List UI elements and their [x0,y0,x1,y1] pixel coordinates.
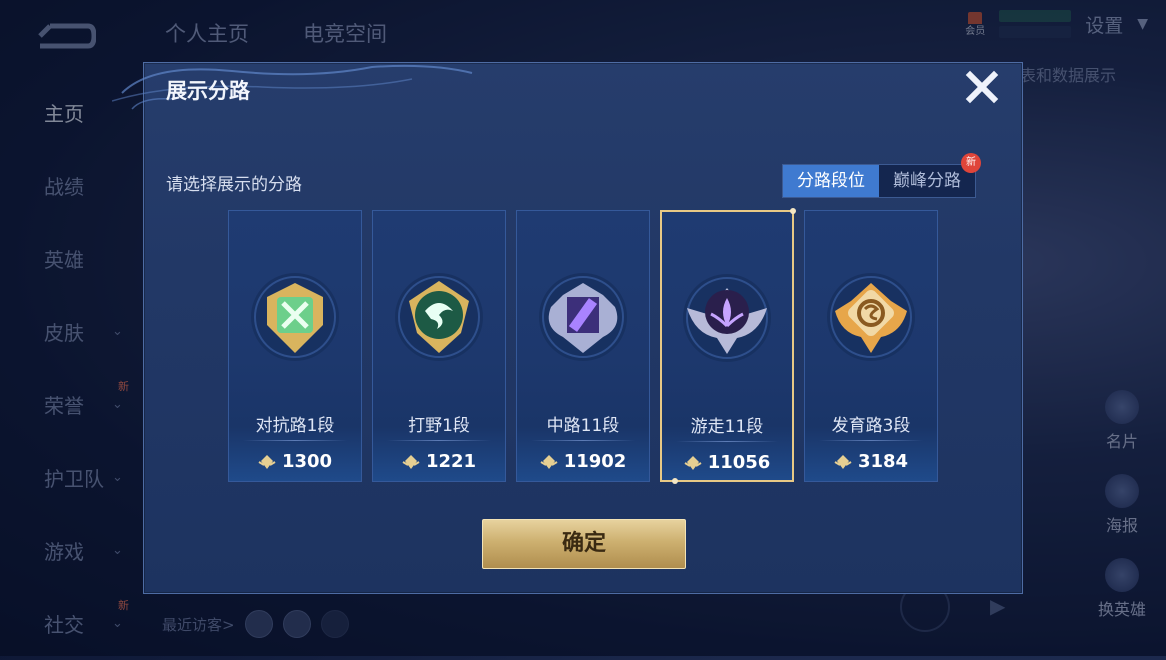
back-arrow-icon[interactable] [36,22,96,50]
close-icon[interactable] [964,69,1000,105]
tab-peak-lane[interactable]: 巅峰分路 新 [879,153,981,197]
crystal-badge-icon [533,267,633,367]
tab-esports[interactable]: 电竞空间 [303,18,387,48]
lane-rank-label: 发育路3段 [831,416,911,436]
lane-score: 11056 [662,452,792,473]
vip-progress [999,10,1072,38]
change-hero-icon [1105,558,1139,592]
diamond-icon [684,455,702,470]
settings-button[interactable]: 设置 [1085,11,1123,38]
lane-card[interactable]: 中路11段 11902 [516,210,650,482]
change-hero-button[interactable]: 换英雄 [1092,558,1152,620]
dialog-title: 展示分路 [166,79,250,103]
wings-badge-icon [677,268,777,368]
lane-score-value: 1300 [281,451,333,472]
lane-score: 11902 [517,451,649,472]
sidebar-item-label: 皮肤 [44,321,84,345]
top-right-bar: 会员 设置 ▼ [965,10,1148,38]
lane-rank-label: 打野1段 [408,416,470,436]
lane-display-dialog: 展示分路 请选择展示的分路 分路段位 巅峰分路 新 对抗路1段 1300 打野1… [112,62,1023,594]
card-icon [1105,390,1139,424]
diamond-icon [540,454,558,469]
right-icon-column: 名片 海报 换英雄 [1092,390,1152,620]
sidebar-item[interactable]: 游戏 ⌄ [0,514,140,587]
mode-toggle: 分路段位 巅峰分路 新 [782,153,981,198]
lane-score-value: 11056 [707,452,771,473]
lane-card-list: 对抗路1段 1300 打野1段 1221 中路11段 11902 游走11段 1… [228,208,938,484]
dialog-subtitle: 请选择展示的分路 [166,175,302,195]
chevron-down-icon[interactable]: ▼ [1137,16,1148,32]
avatar[interactable] [244,610,273,638]
lane-card[interactable]: 打野1段 1221 [372,210,506,482]
selection-dot [790,208,796,214]
sidebar-item[interactable]: 英雄 [0,222,140,295]
background-text: 表和数据展示 [1020,66,1117,85]
chevron-down-icon: ⌄ [112,616,123,631]
avatar[interactable] [320,610,349,638]
sidebar-item[interactable]: 荣誉 ⌄ 新 [0,368,140,441]
chevron-down-icon: ⌄ [112,324,123,339]
sidebar-item-label: 游戏 [44,540,84,564]
lane-rank-label: 中路11段 [546,416,620,436]
sidebar-item[interactable]: 护卫队 ⌄ [0,441,140,514]
sidebar-item-label: 社交 [44,613,84,637]
diamond-icon [402,454,420,469]
divider [819,440,923,441]
lane-card[interactable]: 发育路3段 3184 [804,210,938,482]
lane-score: 3184 [805,451,937,472]
sword-badge-icon [245,267,345,367]
recent-visitors[interactable]: 最近访客> [162,610,349,638]
lane-rank-label: 对抗路1段 [255,416,335,436]
tab-profile[interactable]: 个人主页 [165,18,249,48]
dragon-badge-icon [389,267,489,367]
play-icon[interactable]: ▶ [990,594,1005,618]
sidebar-item-label: 战绩 [44,175,84,199]
crown-icon [968,11,983,24]
coin-badge-icon [821,267,921,367]
poster-button[interactable]: 海报 [1092,474,1152,536]
sidebar: 主页 战绩 英雄 皮肤 ⌄ 荣誉 ⌄ 新护卫队 ⌄ 游戏 ⌄ 社交 ⌄ 新 [0,76,140,660]
avatar[interactable] [282,610,311,638]
lane-card[interactable]: 对抗路1段 1300 [228,210,362,482]
lane-score: 1221 [373,451,505,472]
tab-lane-rank[interactable]: 分路段位 [783,165,879,197]
lane-score-value: 3184 [857,451,909,472]
lane-rank-label: 游走11段 [690,417,764,437]
card-button[interactable]: 名片 [1092,390,1152,452]
chevron-down-icon: ⌄ [112,543,123,558]
top-tabs: 个人主页 电竞空间 [165,18,387,48]
poster-icon [1105,474,1139,508]
new-tag: 新 [118,599,129,612]
vip-badge[interactable]: 会员 [965,11,985,37]
divider [243,440,347,441]
diamond-icon [258,454,276,469]
sidebar-item-label: 英雄 [44,248,84,272]
sidebar-item[interactable]: 皮肤 ⌄ [0,295,140,368]
diamond-icon [834,454,852,469]
selection-dot [672,478,678,484]
lane-score-value: 1221 [425,451,477,472]
sidebar-item[interactable]: 社交 ⌄ 新 [0,587,140,660]
divider [531,440,635,441]
sidebar-item-label: 护卫队 [44,467,104,491]
divider [387,440,491,441]
sidebar-item-label: 主页 [44,102,84,126]
new-tag: 新 [118,380,129,393]
chevron-down-icon: ⌄ [112,397,123,412]
lane-score: 1300 [229,451,361,472]
new-badge: 新 [961,153,981,173]
chevron-down-icon: ⌄ [112,470,123,485]
sidebar-item[interactable]: 战绩 [0,149,140,222]
divider [676,441,778,442]
lane-card[interactable]: 游走11段 11056 [660,208,796,484]
lane-score-value: 11902 [563,451,627,472]
confirm-button[interactable]: 确定 [482,519,686,569]
sidebar-item-label: 荣誉 [44,394,84,418]
